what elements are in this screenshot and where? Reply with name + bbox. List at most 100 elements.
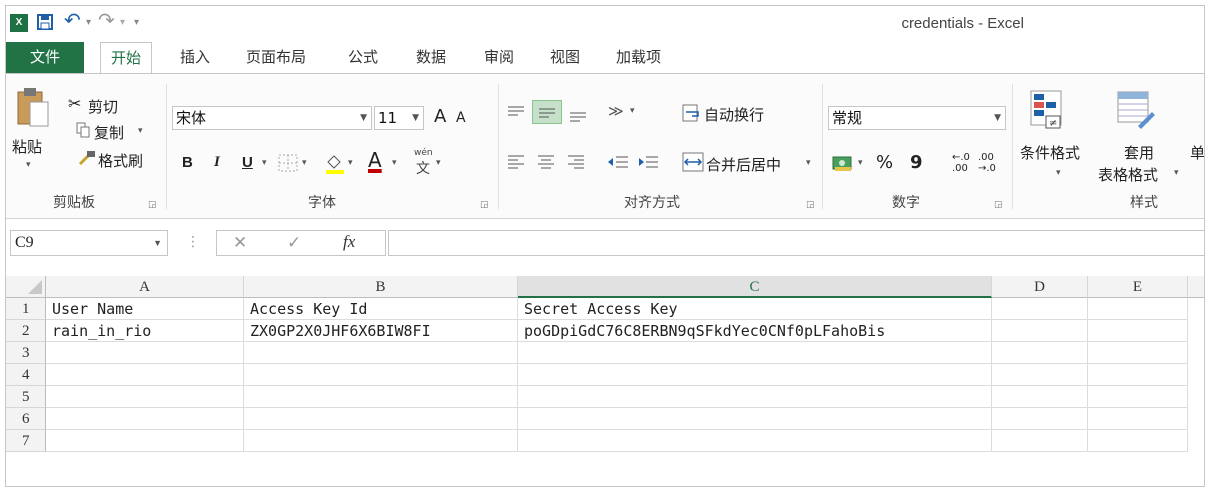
cell-d5[interactable]	[992, 386, 1088, 408]
decrease-decimal-button[interactable]: .00 →.0	[978, 152, 1000, 174]
column-header-c[interactable]: C	[518, 276, 992, 298]
borders-dropdown-icon[interactable]: ▾	[302, 158, 307, 168]
cell-b3[interactable]	[244, 342, 518, 364]
excel-app-icon[interactable]: X	[10, 14, 28, 32]
conditional-dropdown-icon[interactable]: ▾	[1056, 168, 1061, 178]
cut-icon[interactable]: ✂	[68, 94, 81, 113]
cell-d2[interactable]	[992, 320, 1088, 342]
tab-formulas[interactable]: 公式	[338, 42, 388, 74]
cell-e5[interactable]	[1088, 386, 1188, 408]
save-icon[interactable]	[36, 13, 54, 33]
row-header[interactable]: 3	[6, 342, 46, 364]
underline-dropdown-icon[interactable]: ▾	[262, 158, 267, 168]
shrink-font-button[interactable]: A	[456, 110, 466, 126]
merge-center-dropdown-icon[interactable]: ▾	[806, 158, 811, 168]
cell-b5[interactable]	[244, 386, 518, 408]
cell-c7[interactable]	[518, 430, 992, 452]
phonetic-guide-label[interactable]: wén	[414, 148, 433, 158]
align-center-icon[interactable]	[536, 154, 556, 174]
accounting-dropdown-icon[interactable]: ▾	[858, 158, 863, 168]
align-top-icon[interactable]	[506, 104, 526, 124]
copy-button[interactable]: 复制	[94, 122, 124, 143]
percent-style-button[interactable]: %	[876, 152, 893, 173]
borders-icon[interactable]	[278, 154, 298, 176]
increase-decimal-button[interactable]: ←.0 .00	[952, 152, 974, 174]
font-color-dropdown-icon[interactable]: ▾	[392, 158, 397, 168]
cell-d3[interactable]	[992, 342, 1088, 364]
orientation-icon[interactable]: ≫	[608, 102, 624, 120]
column-header-e[interactable]: E	[1088, 276, 1188, 298]
format-as-table-icon[interactable]	[1116, 90, 1156, 134]
tab-data[interactable]: 数据	[406, 42, 456, 74]
font-size-select[interactable]: 11 ▼	[374, 106, 424, 130]
cell-styles-button[interactable]: 单	[1190, 142, 1204, 163]
cell-d4[interactable]	[992, 364, 1088, 386]
grow-font-button[interactable]: A	[434, 106, 446, 127]
cell-e6[interactable]	[1088, 408, 1188, 430]
wrap-text-icon[interactable]	[682, 104, 702, 126]
select-all-button[interactable]	[6, 276, 46, 298]
cell-b4[interactable]	[244, 364, 518, 386]
increase-indent-icon[interactable]	[636, 154, 660, 174]
cell-a2[interactable]: rain_in_rio	[46, 320, 244, 342]
format-as-table-line1[interactable]: 套用	[1124, 142, 1154, 163]
cell-d1[interactable]	[992, 298, 1088, 320]
align-left-icon[interactable]	[506, 154, 526, 174]
tab-insert[interactable]: 插入	[170, 42, 220, 74]
format-as-table-dropdown-icon[interactable]: ▾	[1174, 168, 1179, 178]
paste-dropdown-icon[interactable]: ▾	[26, 160, 31, 170]
cell-c4[interactable]	[518, 364, 992, 386]
clipboard-launcher-icon[interactable]: ◲	[148, 200, 157, 210]
merge-center-button[interactable]: 合并后居中	[706, 154, 781, 175]
font-color-button[interactable]: A	[368, 148, 382, 172]
format-painter-icon[interactable]	[78, 150, 96, 170]
conditional-formatting-icon[interactable]: ≠	[1030, 90, 1062, 134]
bold-button[interactable]: B	[182, 154, 193, 171]
tab-addins[interactable]: 加载项	[606, 42, 671, 74]
cell-a4[interactable]	[46, 364, 244, 386]
comma-style-button[interactable]: 9	[910, 152, 923, 173]
phonetic-dropdown-icon[interactable]: ▾	[436, 158, 441, 168]
redo-icon[interactable]: ↷	[98, 10, 115, 30]
decrease-indent-icon[interactable]	[606, 154, 630, 174]
orientation-dropdown-icon[interactable]: ▾	[630, 106, 635, 116]
tab-view[interactable]: 视图	[540, 42, 590, 74]
cell-c5[interactable]	[518, 386, 992, 408]
row-header[interactable]: 2	[6, 320, 46, 342]
phonetic-guide-icon[interactable]: 文	[416, 158, 430, 178]
fill-color-icon[interactable]	[324, 152, 346, 178]
cell-a1[interactable]: User Name	[46, 298, 244, 320]
row-header[interactable]: 7	[6, 430, 46, 452]
row-header[interactable]: 5	[6, 386, 46, 408]
fill-color-dropdown-icon[interactable]: ▾	[348, 158, 353, 168]
align-middle-icon[interactable]	[532, 100, 562, 124]
name-box[interactable]: C9 ▼	[10, 230, 168, 256]
cell-e7[interactable]	[1088, 430, 1188, 452]
enter-icon[interactable]: ✓	[287, 233, 301, 253]
font-launcher-icon[interactable]: ◲	[480, 200, 489, 210]
format-painter-button[interactable]: 格式刷	[98, 150, 143, 171]
cut-button[interactable]: 剪切	[88, 96, 118, 117]
cell-e3[interactable]	[1088, 342, 1188, 364]
column-header-a[interactable]: A	[46, 276, 244, 298]
conditional-formatting-button[interactable]: 条件格式	[1020, 142, 1080, 163]
cell-b2[interactable]: ZX0GP2X0JHF6X6BIW8FI	[244, 320, 518, 342]
cell-b7[interactable]	[244, 430, 518, 452]
cancel-icon[interactable]: ✕	[233, 233, 247, 253]
alignment-launcher-icon[interactable]: ◲	[806, 200, 815, 210]
customize-qat-icon[interactable]: ▾	[134, 13, 139, 33]
cell-a3[interactable]	[46, 342, 244, 364]
undo-dropdown-icon[interactable]: ▾	[86, 13, 91, 33]
row-header[interactable]: 6	[6, 408, 46, 430]
font-name-select[interactable]: 宋体 ▼	[172, 106, 372, 130]
paste-icon[interactable]	[16, 86, 50, 134]
number-format-select[interactable]: 常规 ▼	[828, 106, 1006, 130]
cell-a6[interactable]	[46, 408, 244, 430]
cell-b1[interactable]: Access Key Id	[244, 298, 518, 320]
cell-c3[interactable]	[518, 342, 992, 364]
cell-a7[interactable]	[46, 430, 244, 452]
accounting-format-icon[interactable]	[832, 154, 856, 176]
column-header-b[interactable]: B	[244, 276, 518, 298]
redo-dropdown-icon[interactable]: ▾	[120, 13, 125, 33]
insert-function-icon[interactable]: fx	[343, 232, 355, 252]
